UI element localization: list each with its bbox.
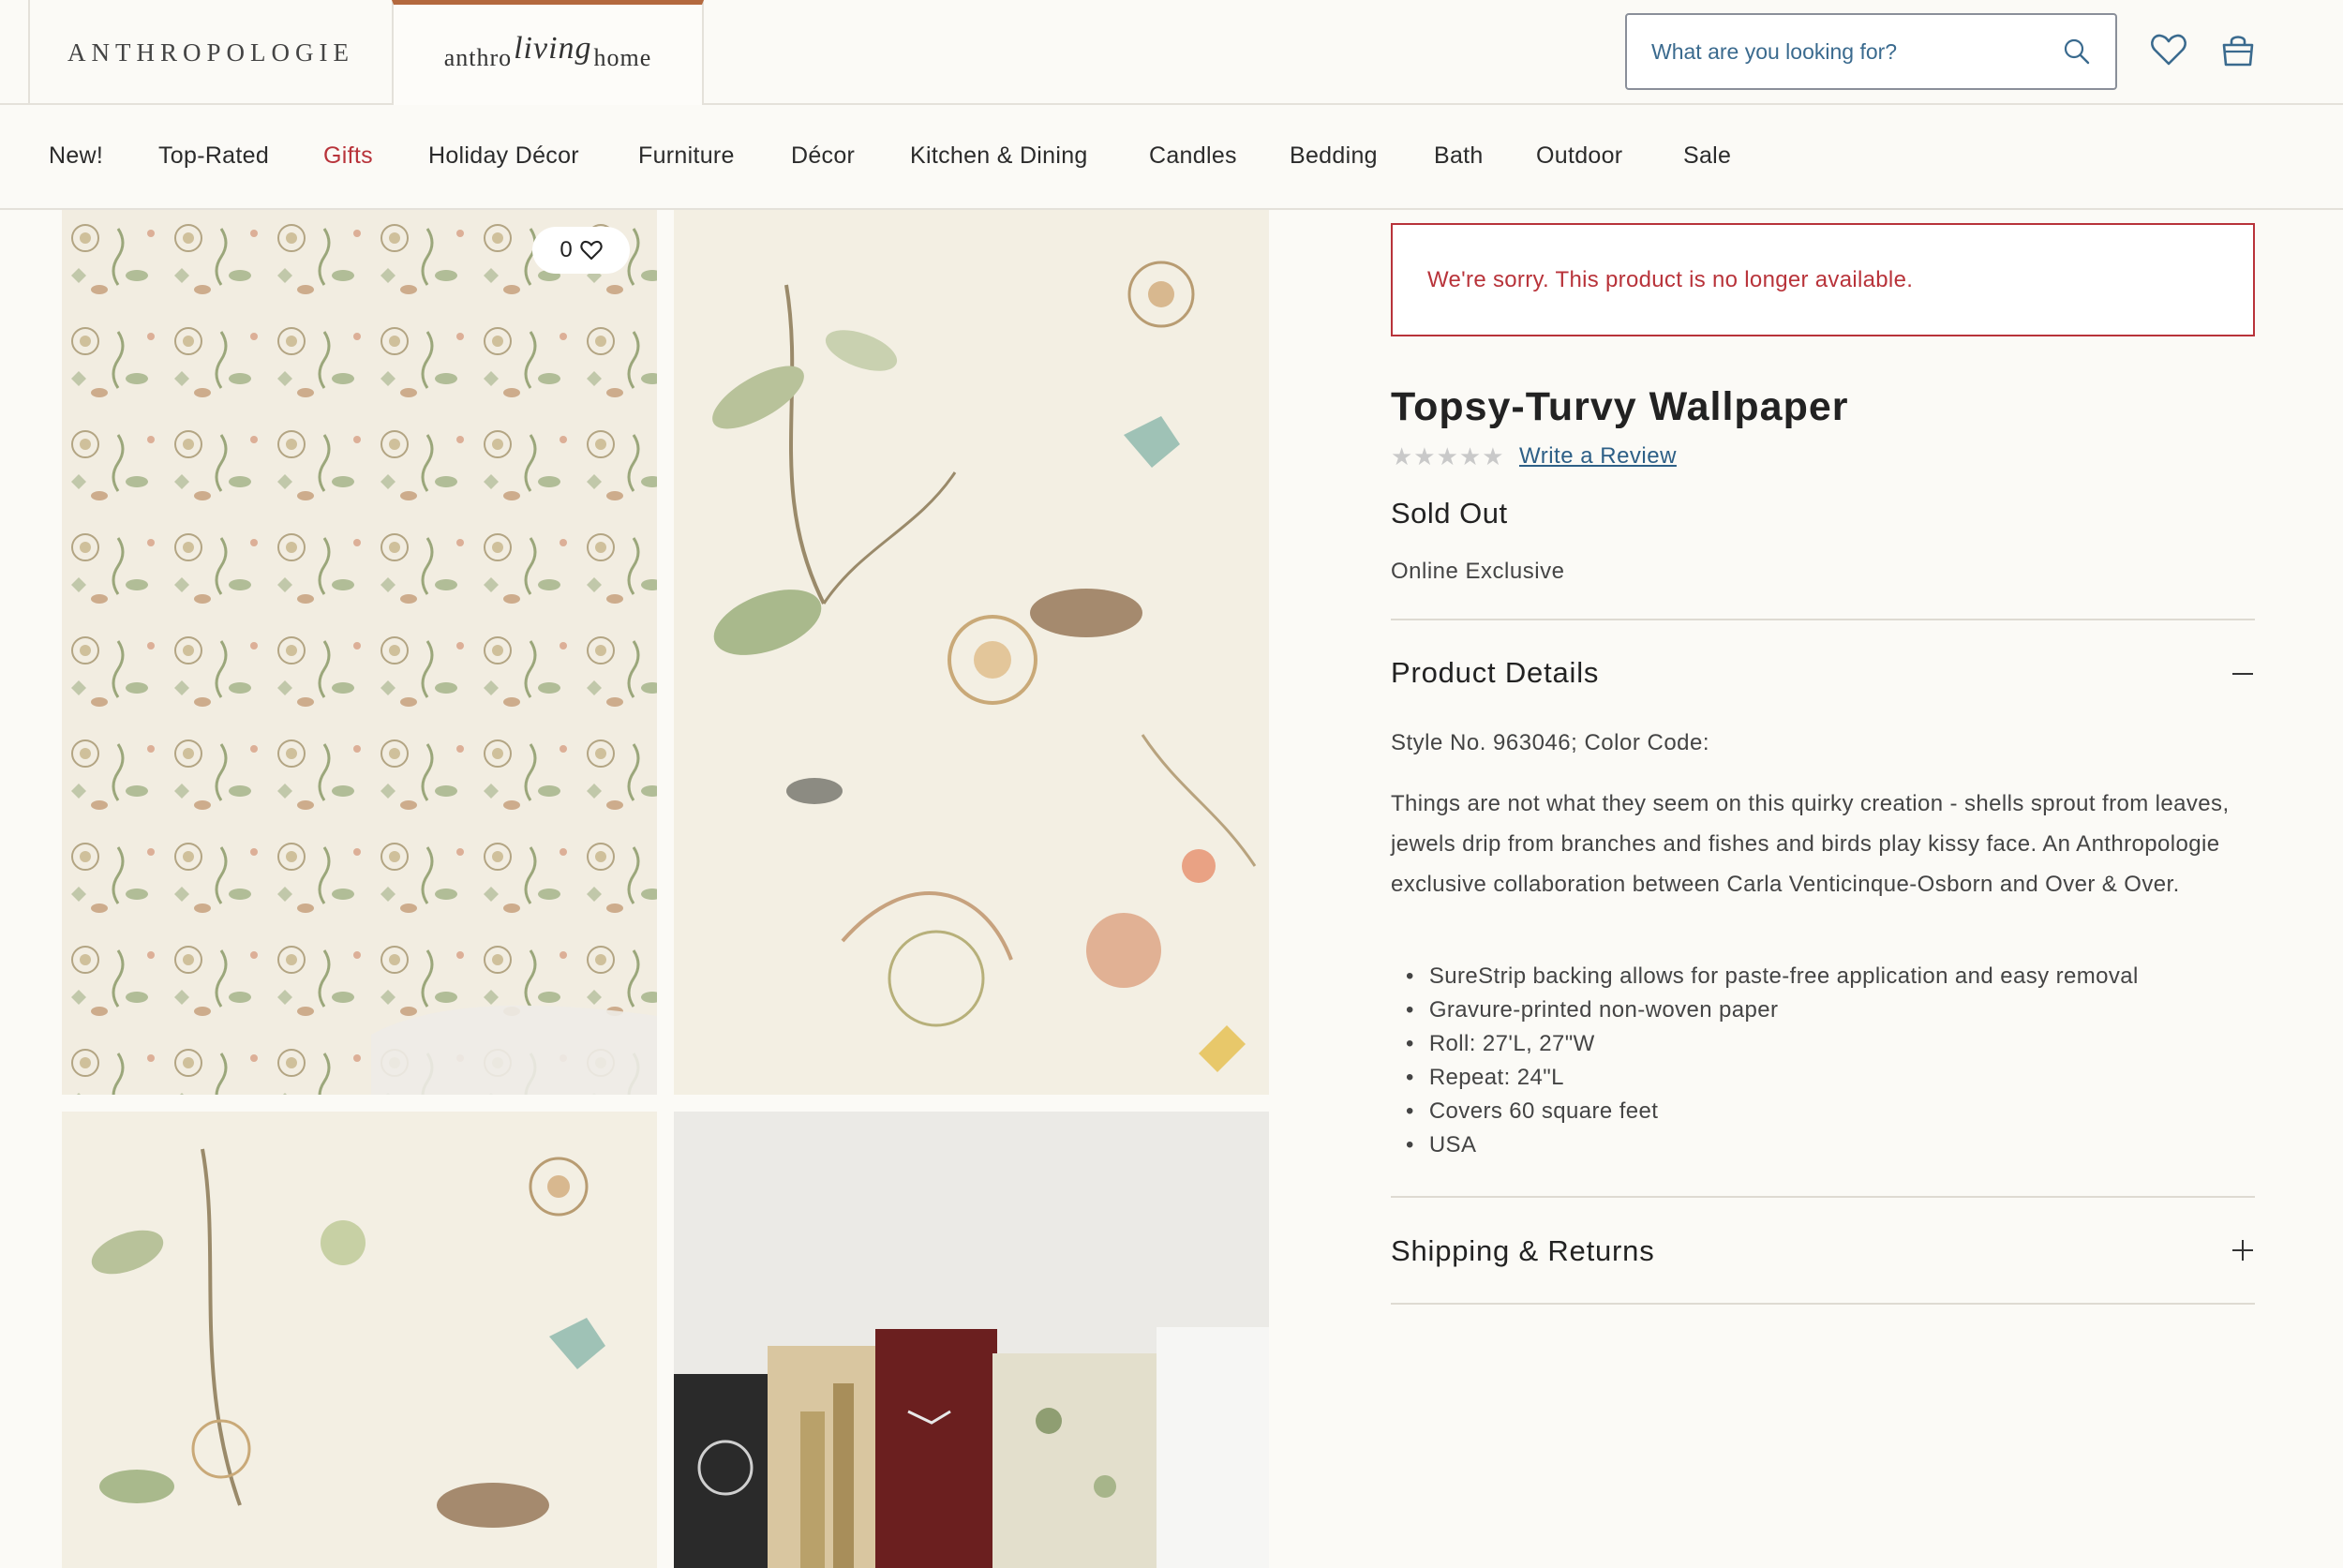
section-divider (1391, 1196, 2255, 1198)
product-details-heading[interactable]: Product Details (1391, 656, 1599, 690)
search-icon[interactable] (2063, 37, 2091, 66)
favorite-count: 0 (560, 237, 573, 262)
logo-text-anthro: anthro (443, 43, 513, 71)
availability-status: Sold Out (1391, 497, 1508, 530)
nav-item-gifts[interactable]: Gifts (323, 142, 373, 170)
product-image-4[interactable] (674, 1112, 1269, 1568)
product-image-3[interactable] (62, 1112, 657, 1568)
anthropologie-logo-tab[interactable]: ANTHROPOLOGIE (28, 0, 392, 105)
shipping-returns-heading[interactable]: Shipping & Returns (1391, 1234, 1655, 1268)
product-description: Things are not what they seem on this qu… (1391, 791, 2230, 897)
nav-item-kitchen-dining[interactable]: Kitchen & Dining (910, 142, 1088, 170)
nav-item-furniture[interactable]: Furniture (638, 142, 735, 170)
nav-item-top-rated[interactable]: Top-Rated (158, 142, 269, 170)
search-box (1625, 13, 2117, 90)
nav-item-sale[interactable]: Sale (1683, 142, 1731, 170)
nav-item-holiday-decor[interactable]: Holiday Décor (428, 142, 579, 170)
feature-item: Covers 60 square feet (1406, 1095, 2249, 1128)
section-divider (1391, 1303, 2255, 1305)
expand-plus-icon[interactable] (2231, 1238, 2255, 1262)
nav-item-candles[interactable]: Candles (1149, 142, 1237, 170)
logo-text-home: home (593, 43, 652, 71)
feature-item: Roll: 27'L, 27"W (1406, 1027, 2249, 1061)
product-image-1[interactable] (62, 210, 657, 1095)
feature-item: Repeat: 24"L (1406, 1061, 2249, 1095)
shopping-bag-icon[interactable] (2215, 26, 2261, 73)
feature-item: SureStrip backing allows for paste-free … (1406, 960, 2249, 993)
nav-item-new[interactable]: New! (49, 142, 103, 170)
site-header: ANTHROPOLOGIE anthrolivinghome (0, 0, 2343, 107)
nav-item-decor[interactable]: Décor (791, 142, 855, 170)
feature-item: USA (1406, 1128, 2249, 1162)
section-divider (1391, 619, 2255, 620)
nav-item-outdoor[interactable]: Outdoor (1536, 142, 1622, 170)
nav-item-bedding[interactable]: Bedding (1290, 142, 1378, 170)
write-review-link[interactable]: Write a Review (1519, 443, 1677, 470)
unavailable-alert: We're sorry. This product is no longer a… (1391, 223, 2255, 336)
logo-text-living: living (514, 30, 592, 66)
wishlist-heart-icon[interactable] (2145, 26, 2192, 73)
product-title: Topsy-Turvy Wallpaper (1391, 384, 1849, 429)
anthroliving-home-logo-tab[interactable]: anthrolivinghome (392, 0, 704, 107)
anthropologie-logo: ANTHROPOLOGIE (67, 37, 354, 67)
favorite-count-chip[interactable]: 0 (532, 227, 630, 274)
product-features-list: SureStrip backing allows for paste-free … (1406, 960, 2249, 1162)
search-input[interactable] (1651, 38, 2063, 65)
heart-icon (580, 240, 603, 261)
nav-item-bath[interactable]: Bath (1434, 142, 1484, 170)
feature-item: Gravure-printed non-woven paper (1406, 993, 2249, 1027)
online-exclusive-badge: Online Exclusive (1391, 559, 1565, 584)
anthroliving-home-logo: anthrolivinghome (443, 31, 652, 74)
main-navigation: New! Top-Rated Gifts Holiday Décor Furni… (0, 105, 2343, 210)
rating-stars: ★★★★★ (1391, 442, 1505, 470)
product-image-2[interactable] (674, 210, 1269, 1095)
collapse-minus-icon[interactable] (2231, 662, 2255, 686)
style-number: Style No. 963046; Color Code: (1391, 730, 1710, 755)
